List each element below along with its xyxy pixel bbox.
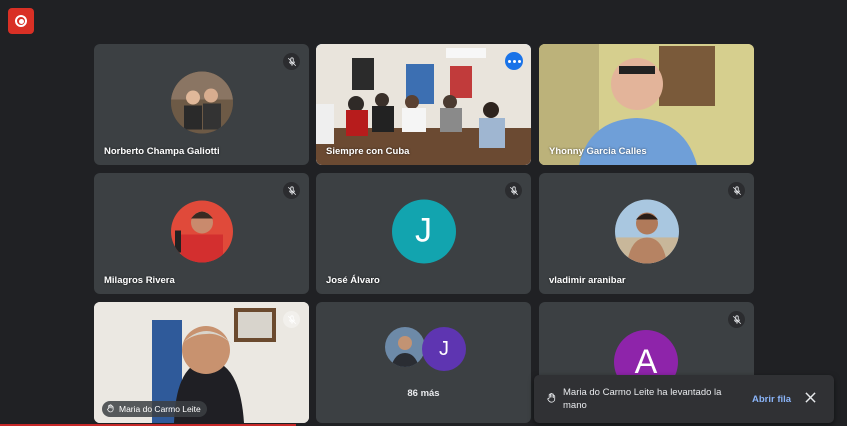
participant-tile-active[interactable]: Siempre con Cuba: [316, 44, 531, 165]
participant-tile[interactable]: Norberto Champa Galiotti: [94, 44, 309, 165]
mic-off-icon: [728, 311, 745, 328]
participant-tile[interactable]: vladimir aranibar: [539, 173, 754, 294]
open-queue-button[interactable]: Abrir fila: [752, 394, 791, 405]
more-participants-label: 86 más: [407, 388, 440, 399]
mic-off-icon: [283, 182, 300, 199]
raised-hand-notification: Maria do Carmo Leite ha levantado la man…: [534, 375, 834, 423]
participant-name: Milagros Rivera: [104, 275, 175, 286]
participant-tile[interactable]: Yhonny Garcia Calles: [539, 44, 754, 165]
participant-name: José Álvaro: [326, 275, 380, 286]
record-icon: [15, 15, 27, 27]
avatar: J: [391, 198, 456, 263]
participant-tile[interactable]: Maria do Carmo Leite: [94, 302, 309, 423]
more-participants-tile[interactable]: J 86 más: [316, 302, 531, 423]
participant-name: Yhonny Garcia Calles: [549, 146, 647, 157]
mic-off-icon: [505, 182, 522, 199]
avatar: [614, 198, 679, 263]
name-chip: Maria do Carmo Leite: [102, 401, 207, 417]
participant-tile[interactable]: Milagros Rivera: [94, 173, 309, 294]
avatar: [170, 200, 233, 263]
close-icon[interactable]: [805, 392, 816, 406]
speaking-indicator-icon: [505, 52, 523, 70]
avatar: J: [422, 327, 466, 371]
raised-hand-icon: [546, 392, 557, 407]
participant-name: vladimir aranibar: [549, 275, 626, 286]
avatar: [385, 327, 425, 367]
notification-message: Maria do Carmo Leite ha levantado la man…: [563, 387, 722, 411]
participant-name: Norberto Champa Galiotti: [104, 146, 220, 157]
avatar: [170, 71, 233, 134]
participant-name: Siempre con Cuba: [326, 146, 410, 157]
participant-tile[interactable]: J José Álvaro: [316, 173, 531, 294]
record-indicator[interactable]: [8, 8, 34, 34]
mic-off-icon: [283, 311, 300, 328]
mic-off-icon: [728, 182, 745, 199]
participant-name: Maria do Carmo Leite: [119, 404, 201, 414]
mic-off-icon: [283, 53, 300, 70]
raised-hand-icon: [106, 400, 115, 418]
